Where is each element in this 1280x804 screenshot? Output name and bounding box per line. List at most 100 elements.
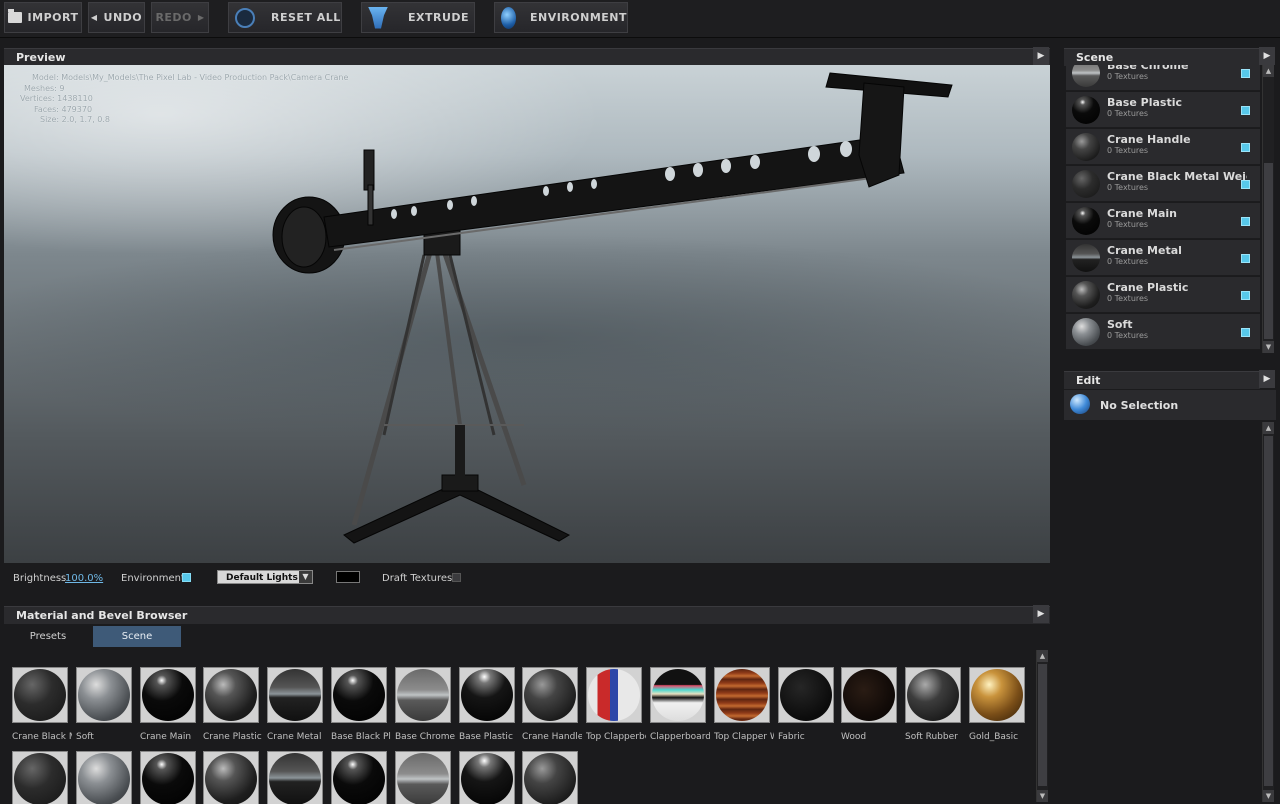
redo-label: REDO <box>155 11 192 24</box>
scroll-up-icon[interactable]: ▲ <box>1263 65 1274 77</box>
scrollbar-thumb[interactable] <box>1264 436 1273 786</box>
material-tile[interactable] <box>522 751 580 804</box>
material-sphere-icon <box>716 669 768 721</box>
redo-button[interactable]: REDO ▶ <box>151 2 209 33</box>
material-tile[interactable]: Base Chrome <box>395 667 455 742</box>
material-tile[interactable] <box>76 751 134 804</box>
material-tile[interactable]: Crane Handle <box>522 667 582 742</box>
tab-scene[interactable]: Scene <box>93 626 181 647</box>
preview-expand-button[interactable]: ▶ <box>1033 47 1049 65</box>
material-sphere-icon <box>333 669 385 721</box>
material-tile[interactable] <box>203 751 261 804</box>
material-sphere-icon <box>524 669 576 721</box>
chevron-right-icon: ▶ <box>197 13 205 22</box>
browser-scrollbar[interactable]: ▲ ▼ <box>1036 650 1048 802</box>
import-button[interactable]: IMPORT <box>4 2 82 33</box>
material-tile[interactable]: Top Clapper Wood <box>714 667 774 742</box>
material-tile[interactable] <box>459 751 517 804</box>
material-thumbnail <box>140 667 196 723</box>
material-sphere-icon <box>78 669 130 721</box>
material-sphere-icon <box>1072 281 1100 309</box>
draft-textures-checkbox[interactable] <box>452 573 461 582</box>
chevron-left-icon: ◀ <box>90 13 98 22</box>
visibility-toggle[interactable] <box>1241 143 1250 152</box>
lights-dropdown[interactable]: Default Lights ▼ <box>217 570 313 584</box>
material-tile[interactable]: Crane Main <box>140 667 198 742</box>
reset-all-button[interactable]: RESET ALL <box>228 2 342 33</box>
environment-button[interactable]: ENVIRONMENT <box>494 2 628 33</box>
edit-scrollbar[interactable]: ▲ ▼ <box>1262 422 1274 802</box>
scroll-down-icon[interactable]: ▼ <box>1263 341 1274 353</box>
material-tile[interactable] <box>331 751 389 804</box>
material-tile[interactable]: Soft Rubber <box>905 667 963 742</box>
browser-expand-button[interactable]: ▶ <box>1033 605 1049 623</box>
environment-checkbox[interactable] <box>182 573 191 582</box>
extrude-label: EXTRUDE <box>408 11 470 24</box>
scene-item-name: Crane Main <box>1107 207 1178 220</box>
tab-presets[interactable]: Presets <box>4 626 92 647</box>
scroll-down-icon[interactable]: ▼ <box>1037 790 1048 802</box>
scroll-down-icon[interactable]: ▼ <box>1263 790 1274 802</box>
material-sphere-icon <box>524 753 576 804</box>
chevron-right-icon: ▶ <box>1037 609 1045 619</box>
scene-material-list: Base Chrome 0 Textures Base Plastic 0 Textu… <box>1066 65 1260 353</box>
material-tile[interactable]: Base Black Plastic <box>331 667 391 742</box>
material-tile[interactable]: Gold_Basic <box>969 667 1027 742</box>
material-thumbnail <box>267 667 323 723</box>
material-tile[interactable]: Fabric <box>778 667 836 742</box>
scene-scrollbar[interactable]: ▲ ▼ <box>1262 65 1274 353</box>
scroll-up-icon[interactable]: ▲ <box>1037 650 1048 662</box>
scrollbar-thumb[interactable] <box>1038 664 1047 786</box>
material-tile[interactable] <box>12 751 70 804</box>
scene-item[interactable]: Base Chrome 0 Textures <box>1066 65 1260 91</box>
material-tile[interactable] <box>395 751 453 804</box>
material-caption: Base Black Plastic <box>331 732 391 742</box>
material-tile[interactable]: Clapperboard <box>650 667 710 742</box>
material-tile[interactable]: Wood <box>841 667 899 742</box>
scene-item-textures: 0 Textures <box>1107 183 1149 192</box>
extrude-button[interactable]: EXTRUDE <box>361 2 475 33</box>
scene-item[interactable]: Base Plastic 0 Textures <box>1066 92 1260 128</box>
material-caption: Base Plastic <box>459 732 513 742</box>
visibility-toggle[interactable] <box>1241 180 1250 189</box>
brightness-value[interactable]: 100.0% <box>65 573 103 584</box>
scene-item[interactable]: Crane Handle 0 Textures <box>1066 129 1260 165</box>
scene-item[interactable]: Crane Plastic 0 Textures <box>1066 277 1260 313</box>
scroll-up-icon[interactable]: ▲ <box>1263 422 1274 434</box>
material-tile[interactable]: Base Plastic <box>459 667 517 742</box>
visibility-toggle[interactable] <box>1241 106 1250 115</box>
undo-button[interactable]: ◀ UNDO <box>88 2 145 33</box>
scene-item[interactable]: Crane Black Metal Weights0 Textures <box>1066 166 1260 202</box>
material-thumbnail <box>267 751 323 804</box>
scene-item[interactable]: Crane Main 0 Textures <box>1066 203 1260 239</box>
background-color-swatch[interactable] <box>336 571 360 583</box>
material-tile[interactable] <box>267 751 325 804</box>
3d-viewport[interactable]: Model: Models\My_Models\The Pixel Lab - … <box>4 65 1050 563</box>
visibility-toggle[interactable] <box>1241 328 1250 337</box>
visibility-toggle[interactable] <box>1241 69 1250 78</box>
visibility-toggle[interactable] <box>1241 291 1250 300</box>
material-tile[interactable] <box>140 751 198 804</box>
material-thumbnail <box>395 751 451 804</box>
reset-icon <box>235 7 255 28</box>
material-tile[interactable]: Crane Black Metal Weights <box>12 667 72 742</box>
material-tile[interactable]: Crane Metal <box>267 667 325 742</box>
scene-item-textures: 0 Textures <box>1107 72 1149 81</box>
material-sphere-icon <box>461 753 513 804</box>
material-tile[interactable]: Soft <box>76 667 134 742</box>
environment-label: ENVIRONMENT <box>529 11 627 24</box>
visibility-toggle[interactable] <box>1241 217 1250 226</box>
material-tile[interactable]: Top Clapperboard <box>586 667 646 742</box>
material-thumbnail <box>459 667 515 723</box>
brightness-label: Brightness <box>13 573 67 584</box>
visibility-toggle[interactable] <box>1241 254 1250 263</box>
scrollbar-thumb[interactable] <box>1264 163 1273 339</box>
environment-toggle-label: Environment <box>121 573 185 584</box>
material-caption: Crane Plastic <box>203 732 262 742</box>
material-sphere-icon <box>843 669 895 721</box>
scene-item[interactable]: Soft 0 Textures <box>1066 314 1260 350</box>
scene-expand-button[interactable]: ▶ <box>1259 47 1275 65</box>
material-tile[interactable]: Crane Plastic <box>203 667 262 742</box>
edit-expand-button[interactable]: ▶ <box>1259 370 1275 388</box>
scene-item[interactable]: Crane Metal 0 Textures <box>1066 240 1260 276</box>
